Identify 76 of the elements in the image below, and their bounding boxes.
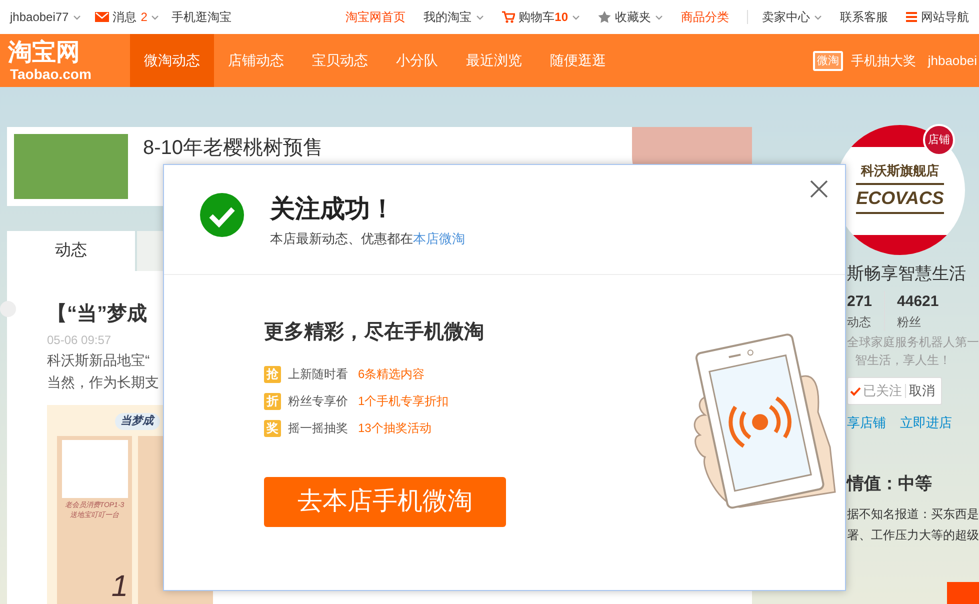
message-count: 2 [140, 9, 148, 26]
image-tag: 当梦成 [114, 413, 160, 430]
rating-text: 据不知名报道：买东西是 [847, 506, 979, 523]
top-link[interactable]: 收藏夹 [615, 8, 651, 26]
cart-icon [502, 11, 515, 23]
stat-label: 动态 [847, 314, 872, 331]
top-link[interactable]: 商品分类 [681, 8, 729, 26]
top-link[interactable]: 购物车10 [518, 8, 568, 26]
nav-tab[interactable]: 最近浏览 [452, 34, 536, 87]
dialog-headline: 更多精彩，尽在手机微淘 [264, 320, 485, 345]
photo-placeholder [62, 440, 128, 498]
messages-link[interactable]: 消息 [112, 8, 137, 26]
store-weitao-link[interactable]: 本店微淘 [413, 231, 465, 246]
store-badge: 店铺 [923, 124, 955, 156]
post-text: 当然，作为长期支 [47, 373, 159, 392]
store-link[interactable]: 立即进店 [900, 413, 952, 432]
store-bio: 智生活，享人生！ [854, 352, 952, 369]
store-link[interactable]: 享店铺 [847, 413, 886, 432]
perk-value: 1个手机专享折扣 [358, 393, 449, 410]
rank-number: 1 [111, 572, 128, 602]
mobile-link[interactable]: 手机逛淘宝 [171, 8, 232, 26]
perk-badge: 奖 [264, 420, 281, 436]
envelope-icon [94, 12, 109, 22]
feed-tab[interactable]: 动态 [7, 231, 135, 271]
promo-link[interactable]: 手机抽大奖 [850, 50, 916, 70]
banner-text: 8-10年老樱桃树预售 [143, 136, 324, 161]
nav-tab[interactable]: 微淘动态 [130, 34, 214, 87]
unfollow-button[interactable]: 取消 [909, 381, 935, 401]
perk-label: 粉丝专享价 [288, 393, 349, 410]
stat-label: 粉丝 [897, 314, 922, 331]
dialog-subtitle: 本店最新动态、优惠都在本店微淘 [270, 230, 465, 248]
followed-label: 已关注 [863, 382, 902, 400]
taobao-logo[interactable]: 淘宝网 Taobao.com [0, 34, 130, 87]
nav-tab[interactable]: 随便逛逛 [536, 34, 620, 87]
success-check-icon [200, 193, 244, 237]
perk-badge: 折 [264, 392, 281, 410]
rating-title: 情值：中等 [847, 472, 933, 494]
check-icon [850, 386, 861, 396]
perk-value: 6条精选内容 [358, 366, 425, 383]
logo-text: 科沃斯旗舰店 [861, 162, 939, 180]
rating-text: 署、工作压力大等的超级 [847, 527, 979, 544]
nav-tab[interactable]: 宝贝动态 [298, 34, 382, 87]
perk-label: 摇一摇抽奖 [288, 420, 349, 437]
post-title: 【“当”梦成 [47, 302, 147, 327]
caret-icon [655, 14, 663, 20]
top-link[interactable]: 联系客服 [840, 8, 888, 26]
caret-icon [476, 14, 484, 20]
top-link[interactable]: 淘宝网首页 [346, 8, 406, 26]
top-link[interactable]: 网站导航 [921, 8, 969, 26]
dialog-title: 关注成功！ [270, 194, 396, 225]
logo-brand: ECOVACS [856, 182, 944, 214]
stat-value: 271 [847, 292, 872, 312]
store-bio: 全球家庭服务机器人第一 [847, 334, 979, 351]
caret-icon [572, 14, 580, 20]
stat-value: 44621 [897, 292, 939, 312]
cart-button[interactable] [947, 582, 979, 604]
nav-tab[interactable]: 店铺动态 [214, 34, 298, 87]
perk-value: 13个抽奖活动 [358, 420, 432, 437]
username-link[interactable]: jhbaobei [928, 50, 977, 70]
top-link[interactable]: 卖家中心 [762, 8, 810, 26]
perk-label: 上新随时看 [288, 366, 349, 383]
caret-icon [814, 14, 822, 20]
caret-icon [72, 14, 81, 20]
username-link[interactable]: jhbaobei77 [10, 8, 69, 26]
open-mobile-weitao-button[interactable]: 去本店手机微淘 [264, 477, 506, 527]
perk-badge: 抢 [264, 366, 281, 382]
menu-icon [906, 12, 917, 22]
star-icon [598, 11, 611, 23]
nav-tab[interactable]: 小分队 [382, 34, 452, 87]
caret-icon [151, 14, 160, 20]
close-icon [810, 180, 828, 198]
top-link[interactable]: 我的淘宝 [424, 8, 472, 26]
post-text: 科沃斯新品地宝“ [47, 351, 150, 370]
store-name: 斯畅享智慧生活 [847, 263, 967, 285]
post-time: 05-06 09:57 [47, 332, 112, 349]
weitao-badge: 微淘 [812, 50, 843, 70]
